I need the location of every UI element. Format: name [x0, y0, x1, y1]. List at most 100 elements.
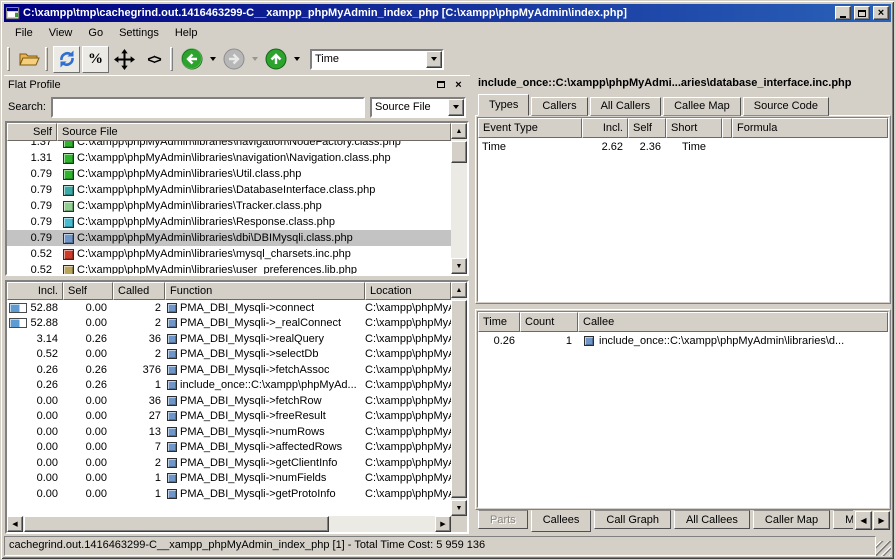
function-row[interactable]: 0.00 0.00 36 PMA_DBI_Mysqli->fetchRow C:…	[7, 393, 451, 409]
called-value: 2	[113, 317, 165, 329]
file-row[interactable]: 0.79 C:\xampp\phpMyAdmin\libraries\Respo…	[7, 214, 451, 230]
file-color-icon	[63, 141, 74, 148]
callee-row[interactable]: 0.26 1 include_once::C:\xampp\phpMyAdmin…	[478, 332, 888, 350]
menu-item[interactable]: Settings	[111, 24, 167, 42]
scroll-thumb[interactable]	[451, 141, 467, 163]
scroll-up-button[interactable]: ▲	[451, 282, 467, 298]
column-header-incl[interactable]: Incl.	[7, 282, 63, 300]
function-row[interactable]: 0.00 0.00 27 PMA_DBI_Mysqli->freeResult …	[7, 409, 451, 425]
open-file-button[interactable]	[15, 46, 42, 73]
column-header-count[interactable]: Count	[520, 312, 578, 332]
column-header-self[interactable]: Self	[63, 282, 113, 300]
function-row[interactable]: 0.26 0.26 1 include_once::C:\xampp\phpMy…	[7, 378, 451, 394]
function-vscrollbar[interactable]: ▲ ▼	[451, 282, 467, 516]
detail-tab[interactable]: Callers	[531, 97, 587, 116]
file-row[interactable]: 1.37 C:\xampp\phpMyAdmin\libraries\navig…	[7, 141, 451, 150]
dock-close-button[interactable]: ×	[451, 78, 466, 92]
column-header-location[interactable]: Location	[365, 282, 451, 300]
file-row[interactable]: 0.52 C:\xampp\phpMyAdmin\libraries\user_…	[7, 262, 451, 274]
column-header-incl[interactable]: Incl.	[582, 118, 628, 138]
event-type-select[interactable]: Time	[310, 49, 444, 70]
function-row[interactable]: 0.00 0.00 1 PMA_DBI_Mysqli->numFields C:…	[7, 471, 451, 487]
function-hscrollbar[interactable]: ◀ ▶	[7, 516, 451, 532]
up-button[interactable]	[262, 46, 289, 73]
column-header-event-type[interactable]: Event Type	[478, 118, 582, 138]
function-row[interactable]: 0.00 0.00 1 PMA_DBI_Mysqli->getProtoInfo…	[7, 486, 451, 502]
file-row[interactable]: 0.79 C:\xampp\phpMyAdmin\libraries\Datab…	[7, 182, 451, 198]
file-row[interactable]: 1.31 C:\xampp\phpMyAdmin\libraries\navig…	[7, 150, 451, 166]
function-row[interactable]: 52.88 0.00 2 PMA_DBI_Mysqli->connect C:\…	[7, 300, 451, 316]
title-bar[interactable]: C:\xampp\tmp\cachegrind.out.1416463299-C…	[4, 4, 891, 22]
move-dock-button[interactable]	[111, 46, 138, 73]
group-by-select[interactable]: Source File	[370, 97, 466, 118]
self-value: 0.00	[63, 441, 113, 453]
bottom-tab[interactable]: Callees	[531, 510, 592, 532]
scroll-right-button[interactable]: ▶	[435, 516, 451, 532]
column-header-function[interactable]: Function	[165, 282, 365, 300]
scroll-down-button[interactable]: ▼	[451, 258, 467, 274]
up-dropdown[interactable]	[291, 47, 302, 71]
menu-item[interactable]: File	[7, 24, 41, 42]
back-button[interactable]	[178, 46, 205, 73]
column-header-self[interactable]: Self	[628, 118, 666, 138]
tab-scroll-right-button[interactable]: ▶	[873, 511, 890, 530]
minimize-button[interactable]	[835, 6, 851, 20]
location-value: C:\xampp\phpMyA	[365, 426, 451, 438]
function-row[interactable]: 0.00 0.00 2 PMA_DBI_Mysqli->getClientInf…	[7, 455, 451, 471]
bottom-tab[interactable]: Caller Map	[753, 510, 830, 529]
function-row[interactable]: 52.88 0.00 2 PMA_DBI_Mysqli->_realConnec…	[7, 316, 451, 332]
column-header-short[interactable]: Short	[666, 118, 722, 138]
detail-tab[interactable]: All Callers	[590, 97, 662, 116]
file-row[interactable]: 0.79 C:\xampp\phpMyAdmin\libraries\Track…	[7, 198, 451, 214]
dock-float-button[interactable]	[433, 78, 448, 92]
bottom-tab[interactable]: Machine Code	[833, 510, 853, 529]
tab-scroll-left-button[interactable]: ◀	[855, 511, 872, 530]
bottom-tab[interactable]: Call Graph	[594, 510, 671, 529]
column-header-self[interactable]: Self	[7, 123, 57, 141]
combo-arrow[interactable]	[426, 51, 442, 68]
function-name: PMA_DBI_Mysqli->connect	[180, 302, 314, 314]
bottom-tab[interactable]: Parts	[478, 510, 528, 529]
file-row[interactable]: 0.79 C:\xampp\phpMyAdmin\libraries\Util.…	[7, 166, 451, 182]
forward-dropdown[interactable]	[249, 47, 260, 71]
file-list-scrollbar[interactable]: ▲ ▼	[451, 123, 467, 274]
search-input[interactable]	[51, 97, 365, 118]
event-type-row[interactable]: Time 2.62 2.36 Time	[478, 138, 888, 156]
column-header-callee[interactable]: Callee	[578, 312, 888, 332]
scroll-down-button[interactable]: ▼	[451, 500, 467, 516]
column-header-source-file[interactable]: Source File	[57, 123, 451, 141]
combo-arrow[interactable]	[448, 99, 464, 116]
file-row[interactable]: 0.52 C:\xampp\phpMyAdmin\libraries\mysql…	[7, 246, 451, 262]
scroll-thumb[interactable]	[451, 300, 467, 498]
scroll-left-button[interactable]: ◀	[7, 516, 23, 532]
file-row[interactable]: 0.79 C:\xampp\phpMyAdmin\libraries\dbi\D…	[7, 230, 451, 246]
column-header-formula[interactable]: Formula	[732, 118, 888, 138]
function-row[interactable]: 3.14 0.26 36 PMA_DBI_Mysqli->realQuery C…	[7, 331, 451, 347]
scroll-thumb[interactable]	[24, 516, 329, 532]
function-row[interactable]: 0.00 0.00 7 PMA_DBI_Mysqli->affectedRows…	[7, 440, 451, 456]
function-row[interactable]: 0.52 0.00 2 PMA_DBI_Mysqli->selectDb C:\…	[7, 347, 451, 363]
relative-percent-button[interactable]: %	[82, 46, 109, 73]
column-header-time[interactable]: Time	[478, 312, 520, 332]
detail-tab[interactable]: Source Code	[743, 97, 829, 116]
scroll-up-button[interactable]: ▲	[451, 123, 467, 139]
detail-tab[interactable]: Types	[478, 94, 529, 116]
bottom-tab[interactable]: All Callees	[674, 510, 750, 529]
resize-grip-icon[interactable]	[876, 541, 891, 556]
menu-item[interactable]: Help	[167, 24, 206, 42]
column-header-called[interactable]: Called	[113, 282, 165, 300]
maximize-button[interactable]	[854, 6, 870, 20]
reload-button[interactable]	[53, 46, 80, 73]
cycle-detection-button[interactable]: <>	[140, 46, 167, 73]
dock-title-bar[interactable]: Flat Profile ×	[4, 75, 470, 93]
back-dropdown[interactable]	[207, 47, 218, 71]
menu-item[interactable]: Go	[80, 24, 111, 42]
detail-tab[interactable]: Callee Map	[663, 97, 741, 116]
function-row[interactable]: 0.26 0.26 376 PMA_DBI_Mysqli->fetchAssoc…	[7, 362, 451, 378]
function-row[interactable]: 0.00 0.00 13 PMA_DBI_Mysqli->numRows C:\…	[7, 424, 451, 440]
forward-button[interactable]	[220, 46, 247, 73]
close-button[interactable]: ×	[873, 6, 889, 20]
toolbar-handle[interactable]	[7, 47, 10, 71]
called-value: 13	[113, 426, 165, 438]
menu-item[interactable]: View	[41, 24, 81, 42]
